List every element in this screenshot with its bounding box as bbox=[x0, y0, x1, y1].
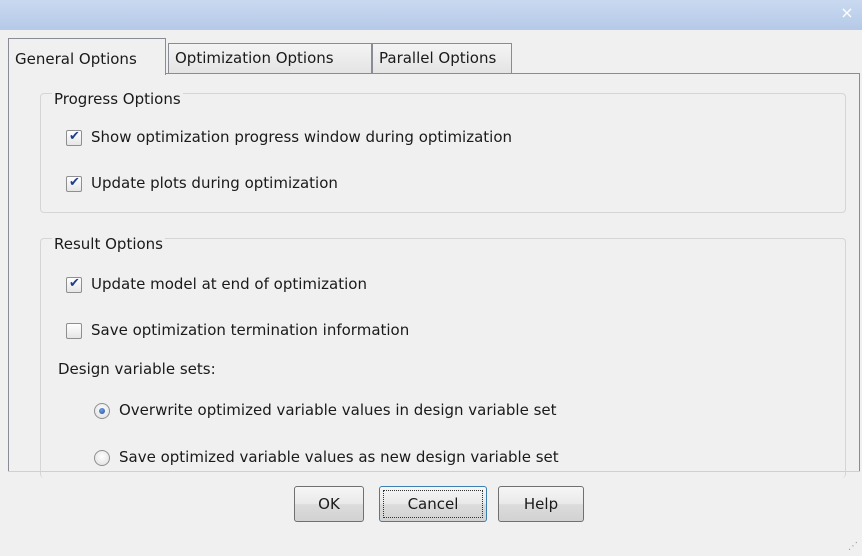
show-progress-window-label: Show optimization progress window during… bbox=[91, 128, 513, 146]
design-variable-sets-label: Design variable sets: bbox=[58, 360, 216, 378]
update-model-label: Update model at end of optimization bbox=[91, 275, 367, 293]
overwrite-variables-label: Overwrite optimized variable values in d… bbox=[119, 401, 557, 419]
help-button[interactable]: Help bbox=[498, 486, 584, 522]
checkmark-icon: ✔ bbox=[69, 175, 80, 190]
title-bar: × bbox=[0, 0, 862, 30]
result-options-group: Result Options bbox=[40, 235, 846, 478]
save-termination-info-checkbox[interactable] bbox=[66, 323, 82, 339]
show-progress-window-checkbox[interactable]: ✔ bbox=[66, 129, 82, 146]
result-options-title: Result Options bbox=[52, 235, 165, 253]
checkmark-icon: ✔ bbox=[69, 129, 80, 144]
ok-button[interactable]: OK bbox=[294, 486, 364, 522]
tab-optimization-options[interactable]: Optimization Options bbox=[168, 43, 372, 73]
update-model-checkbox[interactable]: ✔ bbox=[66, 276, 82, 293]
progress-options-title: Progress Options bbox=[52, 90, 183, 108]
tab-parallel-options[interactable]: Parallel Options bbox=[372, 43, 512, 73]
save-new-variable-set-radio[interactable] bbox=[94, 450, 110, 466]
panel-bottom-border bbox=[8, 471, 860, 472]
update-plots-checkbox[interactable]: ✔ bbox=[66, 175, 82, 192]
cancel-button[interactable]: Cancel bbox=[379, 486, 487, 522]
resize-grip-icon[interactable]: ⋰ bbox=[848, 542, 858, 552]
overwrite-variables-radio[interactable] bbox=[94, 403, 110, 419]
focus-ring bbox=[383, 490, 483, 518]
update-plots-label: Update plots during optimization bbox=[91, 174, 338, 192]
save-new-variable-set-label: Save optimized variable values as new de… bbox=[119, 448, 559, 466]
close-icon[interactable]: × bbox=[838, 4, 856, 22]
radio-selected-dot bbox=[99, 408, 105, 414]
progress-options-group: Progress Options bbox=[40, 90, 846, 213]
save-termination-info-label: Save optimization termination informatio… bbox=[91, 321, 410, 339]
checkmark-icon: ✔ bbox=[69, 276, 80, 291]
tab-general-options[interactable]: General Options bbox=[8, 38, 166, 75]
